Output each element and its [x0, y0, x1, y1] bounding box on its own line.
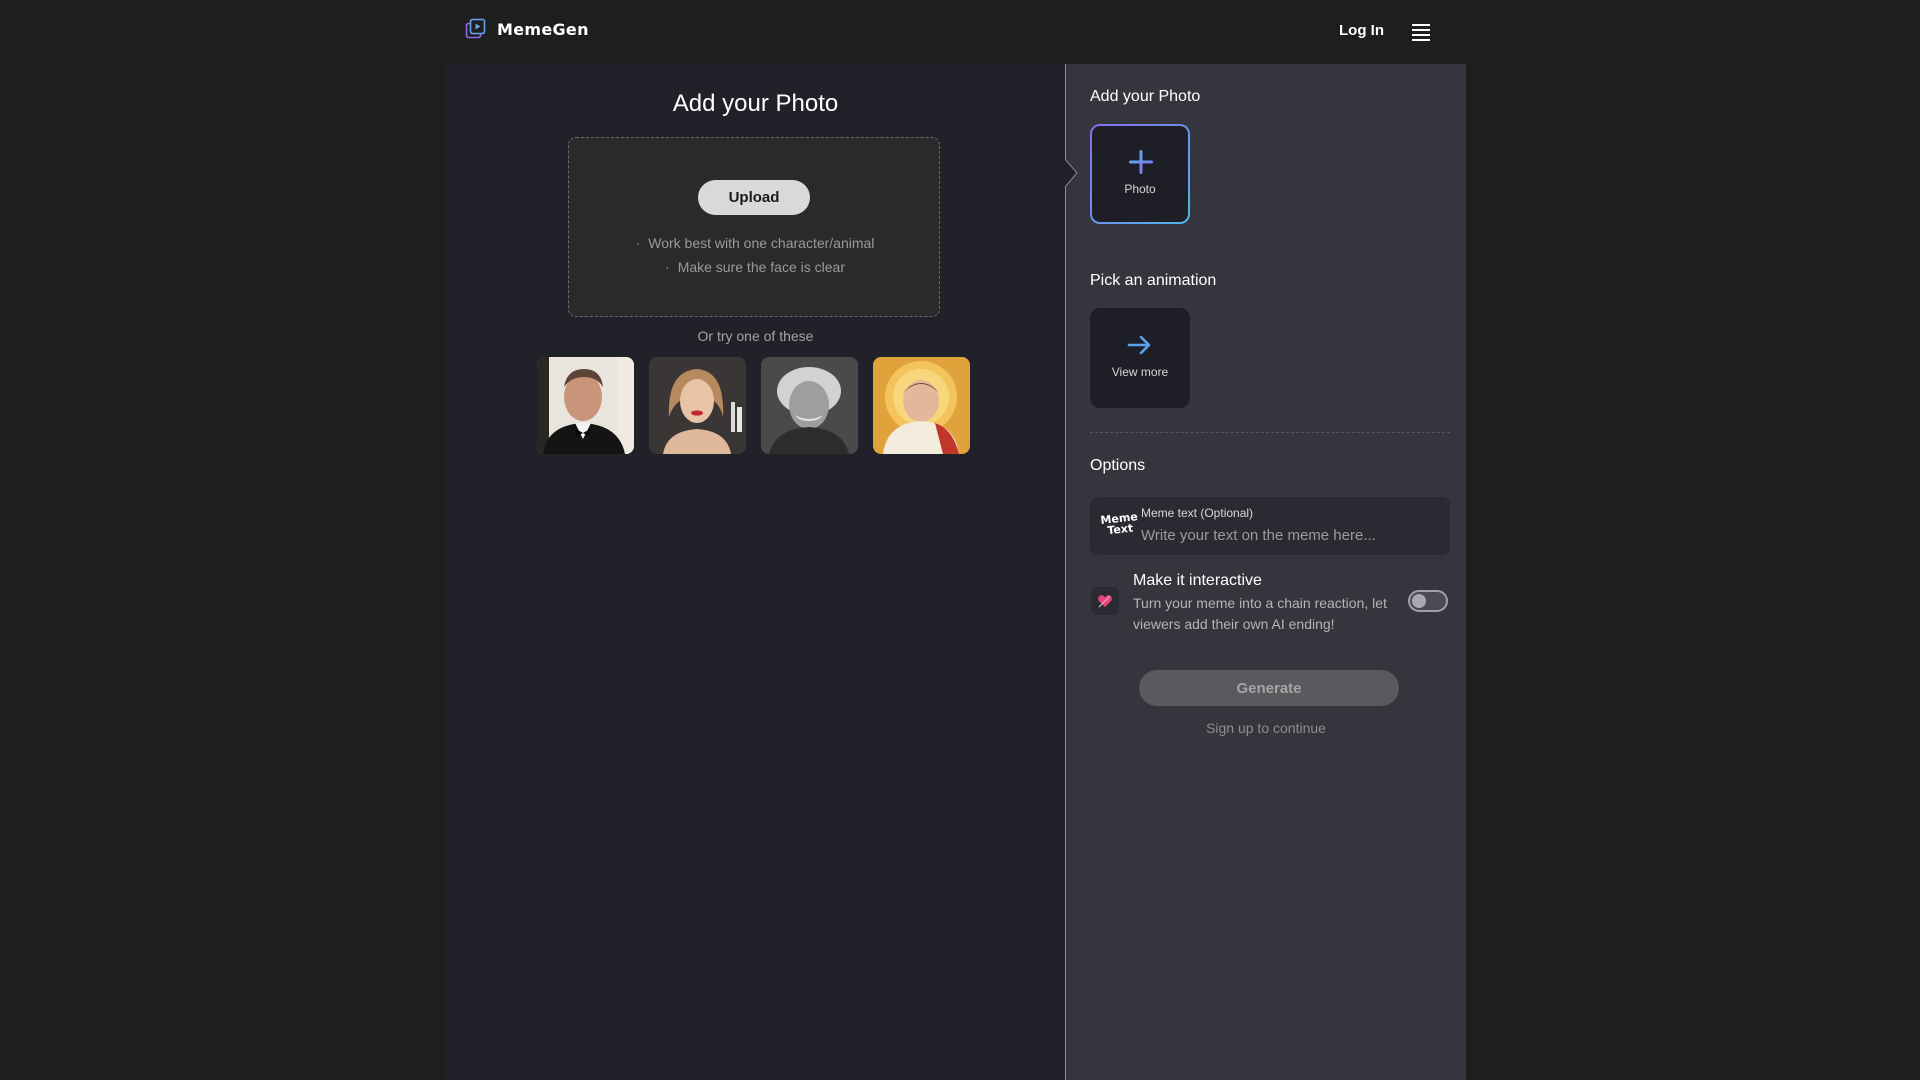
sample-photos-row — [537, 357, 970, 454]
sample-photo-man-tuxedo[interactable] — [537, 357, 634, 454]
toggle-knob — [1412, 594, 1426, 608]
view-more-label: View more — [1111, 365, 1169, 379]
arrow-right-icon — [1127, 335, 1151, 355]
photo-dropzone[interactable]: Upload · Work best with one character/ani… — [568, 137, 940, 317]
interactive-option-description: Turn your meme into a chain reaction, le… — [1133, 595, 1387, 632]
meme-text-input[interactable] — [1141, 524, 1441, 546]
options-section-title: Options — [1090, 457, 1146, 474]
meme-text-label: Meme text (Optional) — [1141, 506, 1254, 520]
add-photo-label: Photo — [1124, 182, 1156, 196]
add-photo-card[interactable]: Photo — [1090, 124, 1190, 224]
generate-button[interactable]: Generate — [1139, 670, 1399, 706]
panel-notch — [1065, 159, 1078, 187]
photo-stack-play-icon — [465, 18, 486, 39]
section-divider — [1090, 432, 1450, 433]
login-button[interactable]: Log In — [1339, 22, 1384, 39]
brand-home-link[interactable]: MemeGen — [465, 18, 589, 40]
sample-photo-woman-red-lips[interactable] — [649, 357, 746, 454]
interactive-option-title: Make it interactive — [1133, 572, 1262, 589]
settings-panel: Add your Photo Photo Pick an animation V… — [1065, 64, 1466, 1080]
upload-tip: · Make sure the face is clear — [665, 259, 845, 275]
view-more-animations-card[interactable]: View more — [1090, 308, 1190, 408]
meme-text-field[interactable]: Meme Text Meme text (Optional) — [1090, 497, 1450, 555]
brand-name: MemeGen — [497, 19, 589, 39]
hamburger-menu-icon[interactable] — [1412, 24, 1430, 41]
interactive-toggle[interactable] — [1408, 590, 1448, 612]
sample-photo-elderly-man-bw[interactable] — [761, 357, 858, 454]
plus-icon — [1129, 150, 1153, 174]
upload-panel: Add your Photo Upload · Work best with on… — [445, 64, 1066, 1080]
top-header: MemeGen Log In — [0, 0, 1920, 64]
upload-section-title: Add your Photo — [672, 90, 839, 117]
photo-section-title: Add your Photo — [1090, 88, 1201, 105]
upload-tip: · Work best with one character/animal — [635, 235, 875, 251]
meme-text-icon: Meme Text — [1099, 510, 1139, 538]
upload-tips: · Work best with one character/animal · Ma… — [569, 231, 941, 279]
heart-arrow-icon — [1091, 587, 1119, 615]
animation-section-title: Pick an animation — [1090, 272, 1217, 289]
interactive-option-row: Make it interactive Turn your meme into … — [1090, 572, 1450, 632]
signup-note: Sign up to continue — [1206, 720, 1326, 736]
sample-photos-label: Or try one of these — [697, 328, 814, 344]
upload-button[interactable]: Upload — [698, 180, 810, 215]
sample-photo-halo-portrait[interactable] — [873, 357, 970, 454]
